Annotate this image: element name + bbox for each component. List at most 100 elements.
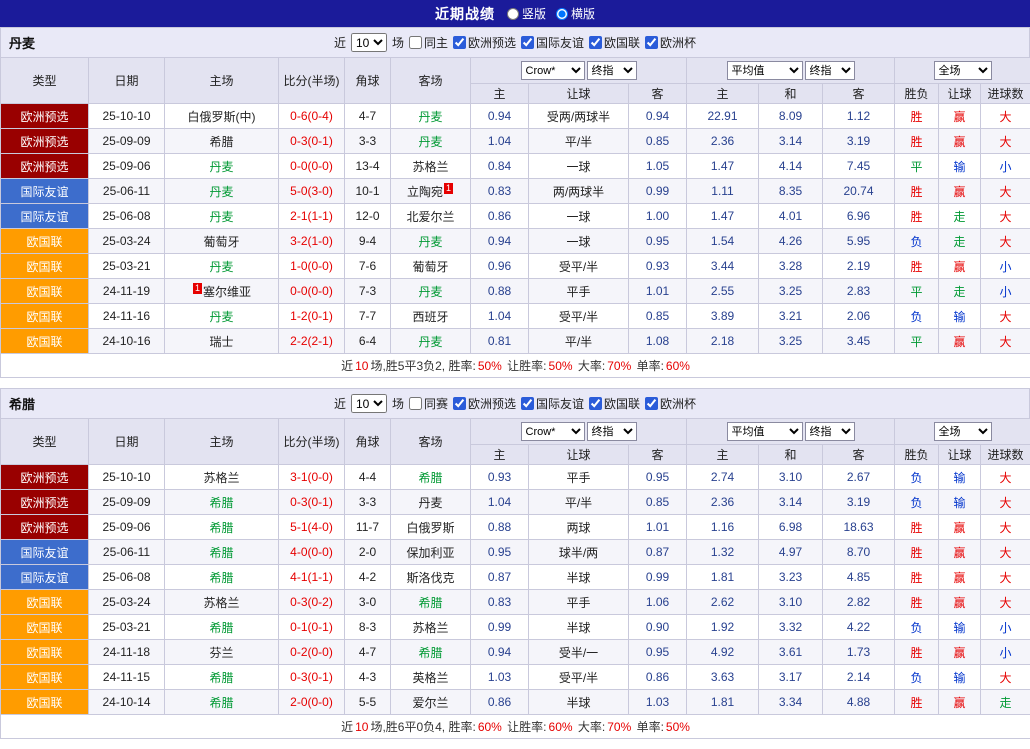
corner-cell: 3-3	[345, 129, 391, 154]
corner-cell: 4-3	[345, 665, 391, 690]
summary-segment: 单率:	[633, 720, 664, 734]
competition-type-cell: 欧洲预选	[1, 465, 89, 490]
same-checkbox[interactable]	[409, 397, 422, 410]
team-name: 希腊	[209, 496, 233, 510]
avg-draw-cell: 4.26	[759, 229, 823, 254]
result-cell-handicap: 输	[939, 615, 981, 640]
competition-checkbox[interactable]	[453, 397, 466, 410]
summary-segment: 场,胜5平3负2, 胜率:	[370, 359, 475, 373]
result-cell-wdl: 负	[895, 615, 939, 640]
competition-type-cell: 国际友谊	[1, 540, 89, 565]
competition-checkbox[interactable]	[645, 36, 658, 49]
competition-filter[interactable]: 国际友谊	[521, 395, 584, 412]
team-name: 希腊	[209, 671, 233, 685]
score-cell: 0-3(0-2)	[279, 590, 345, 615]
away-team-cell: 丹麦	[391, 104, 471, 129]
competition-checkbox[interactable]	[521, 36, 534, 49]
result-cell-goals: 小	[981, 640, 1030, 665]
bookmaker-select[interactable]: Crow*	[521, 422, 585, 441]
competition-checkbox[interactable]	[589, 397, 602, 410]
match-row: 欧洲预选 25-10-10 苏格兰 3-1(0-0) 4-4 希腊 0.93 平…	[1, 465, 1030, 490]
column-header: 主场	[165, 419, 279, 465]
avg-draw-cell: 4.97	[759, 540, 823, 565]
layout-option[interactable]: 横版	[556, 5, 595, 22]
score-cell: 2-1(1-1)	[279, 204, 345, 229]
away-team-cell: 丹麦	[391, 279, 471, 304]
average-select[interactable]: 平均值	[727, 422, 803, 441]
competition-filter[interactable]: 国际友谊	[521, 34, 584, 51]
avg-home-cell: 3.89	[687, 304, 759, 329]
corner-cell: 2-0	[345, 540, 391, 565]
scope-select[interactable]: 全场	[934, 422, 992, 441]
result-cell-wdl: 胜	[895, 540, 939, 565]
odds-home-cell: 0.96	[471, 254, 529, 279]
date-cell: 25-03-24	[89, 590, 165, 615]
same-filter[interactable]: 同赛	[409, 395, 448, 412]
competition-checkbox[interactable]	[453, 36, 466, 49]
away-team-cell: 立陶宛1	[391, 179, 471, 204]
result-cell-wdl: 负	[895, 665, 939, 690]
competition-filter[interactable]: 欧洲杯	[645, 34, 696, 51]
date-cell: 24-11-15	[89, 665, 165, 690]
summary-segment: 近	[341, 359, 353, 373]
column-header: 日期	[89, 58, 165, 104]
score-cell: 3-2(1-0)	[279, 229, 345, 254]
corner-cell: 11-7	[345, 515, 391, 540]
odds-home-cell: 0.99	[471, 615, 529, 640]
home-team-cell: 丹麦	[165, 204, 279, 229]
bookmaker-select[interactable]: Crow*	[521, 61, 585, 80]
odds-home-cell: 0.93	[471, 465, 529, 490]
corner-cell: 4-7	[345, 104, 391, 129]
avg-draw-cell: 4.01	[759, 204, 823, 229]
avg-stage-select[interactable]: 终指	[805, 61, 855, 80]
same-label: 同赛	[424, 395, 448, 412]
handicap-cell: 受两/两球半	[529, 104, 629, 129]
red-card-badge: 1	[193, 283, 202, 294]
competition-filter[interactable]: 欧国联	[589, 34, 640, 51]
column-subheader: 让球	[529, 84, 629, 104]
scope-select[interactable]: 全场	[934, 61, 992, 80]
competition-checkbox[interactable]	[589, 36, 602, 49]
match-row: 欧国联 24-11-18 芬兰 0-2(0-0) 4-7 希腊 0.94 受半/…	[1, 640, 1030, 665]
home-team-cell: 希腊	[165, 515, 279, 540]
match-row: 欧国联 25-03-24 苏格兰 0-3(0-2) 3-0 希腊 0.83 平手…	[1, 590, 1030, 615]
home-team-cell: 1塞尔维亚	[165, 279, 279, 304]
summary-segment: 近	[341, 720, 353, 734]
odds-stage-select[interactable]: 终指	[587, 61, 637, 80]
result-cell-goals: 大	[981, 179, 1030, 204]
odds-away-cell: 1.01	[629, 279, 687, 304]
team-name: 爱尔兰	[412, 696, 448, 710]
competition-checkbox[interactable]	[521, 397, 534, 410]
near-label: 近	[334, 34, 346, 51]
same-filter[interactable]: 同主	[409, 34, 448, 51]
avg-away-cell: 2.82	[823, 590, 895, 615]
avg-stage-select[interactable]: 终指	[805, 422, 855, 441]
date-cell: 25-09-09	[89, 129, 165, 154]
date-cell: 25-03-21	[89, 254, 165, 279]
avg-away-cell: 3.19	[823, 129, 895, 154]
layout-radio[interactable]	[507, 8, 519, 20]
match-count-select[interactable]: 10	[351, 33, 387, 52]
same-checkbox[interactable]	[409, 36, 422, 49]
competition-filter[interactable]: 欧洲预选	[453, 34, 516, 51]
average-select[interactable]: 平均值	[727, 61, 803, 80]
odds-stage-select[interactable]: 终指	[587, 422, 637, 441]
competition-filter[interactable]: 欧洲预选	[453, 395, 516, 412]
score-cell: 4-1(1-1)	[279, 565, 345, 590]
away-team-cell: 丹麦	[391, 129, 471, 154]
layout-radio[interactable]	[556, 8, 568, 20]
layout-option[interactable]: 竖版	[507, 5, 546, 22]
result-cell-wdl: 负	[895, 465, 939, 490]
competition-checkbox[interactable]	[645, 397, 658, 410]
result-cell-handicap: 走	[939, 229, 981, 254]
team-name: 丹麦	[418, 235, 442, 249]
column-subheader: 让球	[939, 445, 981, 465]
competition-filter[interactable]: 欧国联	[589, 395, 640, 412]
competition-filter[interactable]: 欧洲杯	[645, 395, 696, 412]
match-row: 欧国联 24-11-16 丹麦 1-2(0-1) 7-7 西班牙 1.04 受平…	[1, 304, 1030, 329]
competition-label: 欧洲预选	[468, 395, 516, 412]
odds-home-cell: 0.86	[471, 690, 529, 715]
odds-away-cell: 0.99	[629, 179, 687, 204]
avg-draw-cell: 3.10	[759, 590, 823, 615]
match-count-select[interactable]: 10	[351, 394, 387, 413]
